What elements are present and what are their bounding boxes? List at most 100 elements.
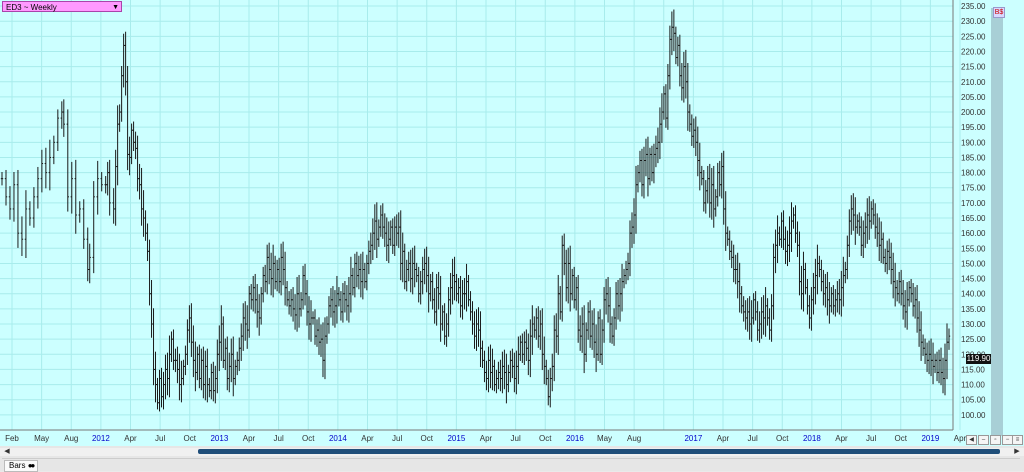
- ohlc-bar: [124, 31, 127, 96]
- ohlc-bars: [0, 9, 951, 412]
- ohlc-bar: [106, 161, 109, 196]
- ohlc-bar: [746, 298, 749, 332]
- ohlc-bar: [465, 263, 468, 312]
- y-tick-label: 110.00: [961, 381, 985, 390]
- x-tick-label: Oct: [421, 434, 434, 443]
- ohlc-bar: [265, 244, 269, 295]
- ohlc-bar: [271, 244, 275, 298]
- ohlc-bar: [341, 283, 345, 323]
- data-source-icon[interactable]: B$: [993, 7, 1005, 18]
- ohlc-bar: [469, 291, 472, 321]
- chart-title-selector[interactable]: ED3 ~ Weekly ▼: [2, 1, 122, 12]
- ohlc-bar: [764, 287, 767, 337]
- ohlc-bar: [509, 350, 512, 383]
- ohlc-bar: [142, 190, 145, 237]
- ohlc-bar: [776, 215, 779, 264]
- ohlc-bar: [696, 126, 699, 177]
- ohlc-bar: [758, 311, 761, 343]
- ohlc-bar: [206, 348, 209, 403]
- ohlc-bar: [499, 359, 502, 392]
- ohlc-bar: [180, 360, 183, 403]
- ohlc-bar: [802, 251, 805, 312]
- ohlc-bar: [407, 251, 410, 282]
- nav-prev-icon[interactable]: –: [978, 435, 989, 445]
- x-tick-label: Apr: [361, 434, 374, 443]
- ohlc-bar: [52, 135, 56, 165]
- y-tick-label: 235.00: [961, 2, 986, 11]
- ohlc-bar: [844, 261, 847, 284]
- ohlc-bar: [770, 294, 773, 342]
- ohlc-bar: [164, 354, 167, 400]
- x-tick-label: Oct: [302, 434, 315, 443]
- ohlc-bar: [347, 276, 351, 323]
- ohlc-bar: [208, 377, 211, 398]
- ohlc-bar: [923, 338, 927, 364]
- x-tick-label: Aug: [627, 434, 641, 443]
- nav-first-icon[interactable]: ◀: [966, 435, 977, 445]
- ohlc-bar: [373, 204, 377, 250]
- ohlc-bar: [624, 260, 628, 285]
- ohlc-bar: [78, 201, 81, 223]
- ohlc-bar: [148, 239, 151, 306]
- tab-bars[interactable]: Bars ●●: [4, 460, 39, 472]
- ohlc-bar: [12, 172, 16, 222]
- ohlc-bar: [788, 216, 791, 263]
- ohlc-bar: [196, 346, 199, 381]
- ohlc-bar: [616, 280, 620, 320]
- scroll-left-icon[interactable]: ◀: [2, 448, 12, 456]
- scrollbar-thumb[interactable]: [198, 449, 1000, 454]
- ohlc-bar: [273, 255, 277, 290]
- x-tick-label: Aug: [64, 434, 78, 443]
- ohlc-bar: [138, 163, 141, 200]
- nav-fit-icon[interactable]: ▫: [990, 435, 1001, 445]
- ohlc-bar: [716, 162, 719, 207]
- y-tick-label: 205.00: [961, 93, 986, 102]
- ohlc-bar: [634, 165, 638, 234]
- ohlc-bar: [891, 252, 895, 299]
- ohlc-bar: [371, 218, 375, 261]
- ohlc-bar: [327, 296, 331, 334]
- ohlc-bar: [590, 310, 594, 350]
- y-tick-label: 165.00: [961, 214, 986, 223]
- y-tick-label: 145.00: [961, 275, 986, 284]
- ohlc-bar: [475, 309, 478, 351]
- ohlc-bar: [421, 256, 424, 295]
- ohlc-bar: [321, 322, 325, 378]
- ohlc-bar: [495, 369, 498, 394]
- ohlc-bar: [648, 147, 652, 186]
- price-chart[interactable]: 100.00105.00110.00115.00120.00125.00130.…: [0, 0, 1024, 446]
- ohlc-bar: [678, 34, 682, 87]
- ohlc-bar: [670, 11, 674, 56]
- ohlc-bar: [295, 276, 299, 332]
- ohlc-bar: [654, 135, 658, 168]
- ohlc-bar: [694, 116, 698, 157]
- ohlc-bar: [718, 160, 721, 197]
- ohlc-bar: [353, 253, 357, 298]
- y-tick-label: 170.00: [961, 199, 986, 208]
- ohlc-bar: [269, 252, 273, 296]
- ohlc-bar: [190, 303, 193, 357]
- ohlc-bar: [343, 281, 347, 313]
- ohlc-bar: [74, 159, 77, 234]
- ohlc-bar: [549, 367, 552, 408]
- ohlc-bar: [529, 319, 532, 378]
- y-tick-label: 185.00: [961, 153, 986, 162]
- x-tick-label: Oct: [776, 434, 789, 443]
- nav-zoom-reset-icon[interactable]: ≡: [1012, 435, 1023, 445]
- ohlc-bar: [118, 104, 121, 132]
- scroll-right-icon[interactable]: ▶: [1012, 448, 1022, 456]
- ohlc-bar: [331, 286, 335, 326]
- ohlc-bar: [636, 164, 640, 193]
- x-tick-label: Feb: [5, 434, 19, 443]
- chevron-down-icon[interactable]: ▼: [112, 2, 119, 13]
- ohlc-bar: [212, 361, 215, 402]
- ohlc-bar: [86, 227, 89, 282]
- chart-area[interactable]: 100.00105.00110.00115.00120.00125.00130.…: [0, 0, 1024, 446]
- y-scale-strip: [991, 8, 1003, 436]
- ohlc-bar: [242, 303, 245, 351]
- ohlc-bar: [856, 214, 859, 234]
- ohlc-bar: [652, 143, 656, 184]
- x-tick-label: 2013: [210, 434, 228, 443]
- ohlc-bar: [570, 268, 574, 301]
- ohlc-bar: [710, 167, 713, 220]
